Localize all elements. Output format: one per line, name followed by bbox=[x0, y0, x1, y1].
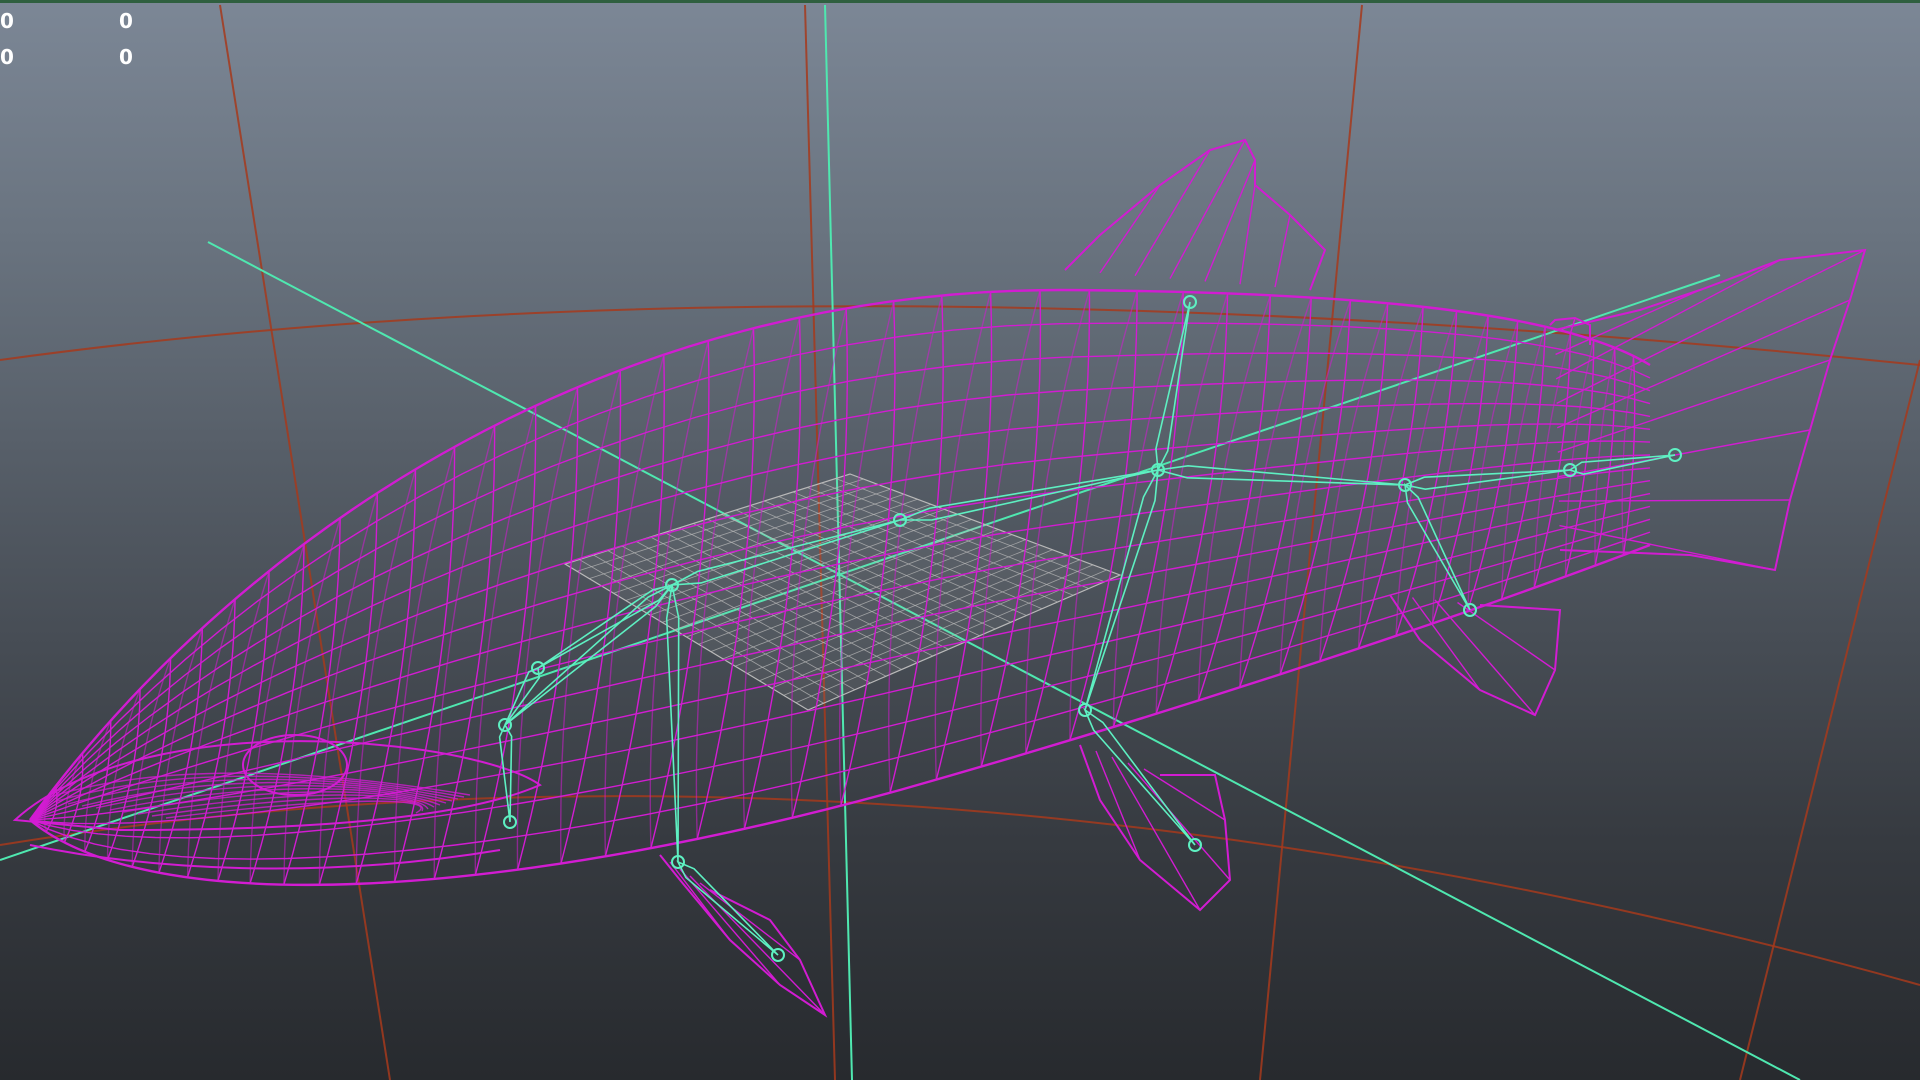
fin-ray bbox=[1558, 429, 1811, 478]
fin-ray bbox=[1556, 249, 1866, 404]
pectoral-fin bbox=[659, 854, 828, 1018]
bone bbox=[676, 860, 779, 956]
fin-ray bbox=[1274, 214, 1291, 288]
fin-ray bbox=[1557, 359, 1831, 453]
fin-outline bbox=[659, 854, 828, 1018]
fin-ray bbox=[1554, 309, 1641, 331]
mesh-ring-back bbox=[1395, 310, 1458, 636]
mesh-ring-back bbox=[186, 598, 236, 878]
grid-line-vertical bbox=[1739, 359, 1920, 1080]
fin-outline bbox=[1079, 744, 1232, 912]
3d-viewport[interactable]: 0 0 0 0 bbox=[0, 0, 1920, 1080]
fin-ray bbox=[1549, 319, 1556, 326]
fin-ray bbox=[1204, 159, 1256, 282]
bone bbox=[1403, 482, 1471, 611]
fin-ray bbox=[689, 875, 826, 1016]
fin-ray bbox=[1559, 524, 1776, 571]
fin-ray bbox=[1134, 149, 1211, 277]
viewport-scene[interactable] bbox=[0, 0, 1920, 1080]
hud-value-row2-col1: 0 bbox=[0, 45, 14, 69]
hud-value-row2-col2: 0 bbox=[119, 45, 133, 69]
fin-ray bbox=[1479, 604, 1561, 611]
fin-ray bbox=[1064, 234, 1101, 271]
fin-ray bbox=[1457, 601, 1556, 671]
mesh-ring bbox=[106, 688, 141, 861]
dorsal-fin bbox=[1064, 138, 1327, 291]
fin-ray bbox=[1309, 249, 1326, 291]
fin-ray bbox=[679, 868, 781, 986]
fin-ray bbox=[1239, 184, 1256, 285]
mesh-ring bbox=[186, 599, 236, 878]
hud-value-row1-col1: 0 bbox=[0, 9, 14, 33]
fin-ray bbox=[1099, 184, 1161, 274]
grid-line-near bbox=[0, 795, 1920, 986]
fin-ray bbox=[1558, 499, 1791, 502]
mesh-ring bbox=[1395, 310, 1458, 637]
fin-ray bbox=[1169, 139, 1246, 279]
fin-ray bbox=[1434, 599, 1536, 716]
pelvic-fin bbox=[1079, 744, 1232, 912]
fin-outline bbox=[1554, 248, 1867, 572]
tail-fin bbox=[1554, 248, 1867, 572]
fin-ray bbox=[1555, 289, 1701, 356]
mesh-ring-back bbox=[106, 688, 141, 860]
hud-value-row1-col2: 0 bbox=[119, 9, 133, 33]
